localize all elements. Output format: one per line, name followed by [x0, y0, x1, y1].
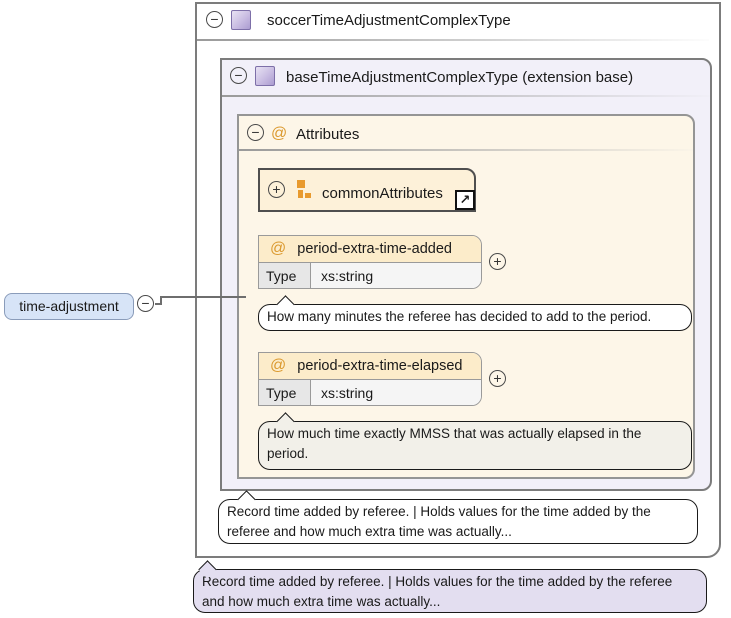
attribute-name: period-extra-time-added — [297, 241, 452, 257]
header-separator — [222, 95, 710, 97]
expand-toggle-period-extra-time-added[interactable]: + — [489, 253, 506, 270]
type-value: xs:string — [311, 380, 481, 406]
header-separator — [197, 39, 709, 41]
at-icon: @ — [270, 240, 286, 258]
attribute-group-icon — [297, 180, 312, 199]
annotation-text: Record time added by referee. | Holds va… — [227, 504, 651, 539]
go-to-definition-arrow-icon[interactable]: ↗ — [455, 190, 475, 210]
doc-callout-period-extra-time-added: How many minutes the referee has decided… — [258, 304, 692, 331]
doc-callout-period-extra-time-elapsed: How much time exactly MMSS that was actu… — [258, 421, 692, 470]
header-separator — [239, 149, 693, 151]
type-value: xs:string — [311, 263, 481, 289]
annotation-text: Record time added by referee. | Holds va… — [202, 574, 672, 609]
attribute-name: period-extra-time-elapsed — [297, 358, 462, 374]
base-type-title[interactable]: baseTimeAdjustmentComplexType (extension… — [286, 68, 633, 88]
collapse-toggle-soccer-type[interactable]: − — [206, 11, 223, 28]
element-time-adjustment[interactable]: time-adjustment — [4, 293, 134, 320]
base-type-icon — [255, 66, 275, 86]
doc-text: How many minutes the referee has decided… — [267, 309, 651, 324]
attribute-period-extra-time-elapsed[interactable]: @ period-extra-time-elapsed Type xs:stri… — [258, 352, 482, 406]
collapse-toggle-base-type[interactable]: − — [230, 67, 247, 84]
at-icon: @ — [270, 357, 286, 375]
collapse-toggle-attributes[interactable]: − — [247, 124, 264, 141]
at-icon: @ — [271, 125, 287, 143]
attributes-section-title[interactable]: Attributes — [296, 125, 359, 145]
type-label: Type — [259, 263, 311, 289]
expand-toggle-period-extra-time-elapsed[interactable]: + — [489, 370, 506, 387]
soccer-type-title[interactable]: soccerTimeAdjustmentComplexType — [267, 11, 511, 31]
annotation-outer: Record time added by referee. | Holds va… — [193, 569, 707, 613]
complextype-icon — [231, 10, 251, 30]
expand-toggle-common-attributes[interactable]: + — [268, 181, 285, 198]
attribute-period-extra-time-added[interactable]: @ period-extra-time-added Type xs:string — [258, 235, 482, 289]
type-label: Type — [259, 380, 311, 406]
collapse-toggle-time-adjustment[interactable]: − — [137, 295, 154, 312]
attribute-group-label[interactable]: commonAttributes — [322, 184, 443, 204]
annotation-inner: Record time added by referee. | Holds va… — [218, 499, 698, 544]
doc-text: How much time exactly MMSS that was actu… — [267, 426, 641, 461]
